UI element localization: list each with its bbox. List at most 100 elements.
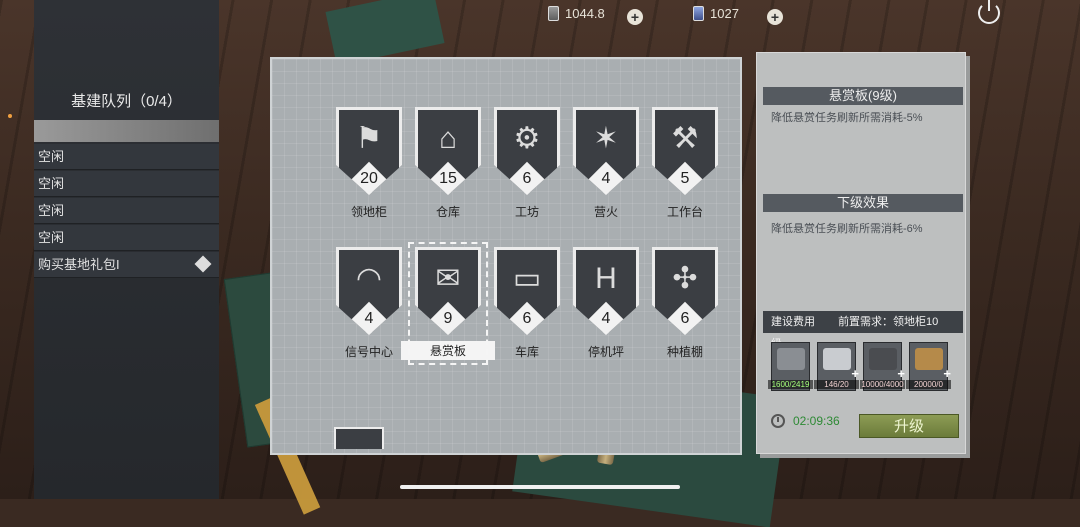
building-grid: ⚑ 20 领地柜 ⌂ 15 仓库 ⚙ 6 工坊 ✶ 4 营火 ⚒ 5 工作台 ◠ 4 信号中心 ✉ 9 悬赏板 ▭ 6 车库 H… (334, 107, 729, 449)
buy-gift-pack-button[interactable]: 购买基地礼包I (34, 252, 219, 278)
next-effect-title: 下级效果 (763, 194, 963, 212)
building-level: 4 (364, 310, 374, 327)
resource-value: 1044.8 (565, 6, 605, 21)
cost-header: 建设费用 前置需求：领地柜10级 (763, 311, 963, 350)
building-name: 领地柜 (350, 205, 387, 219)
garage-car-icon: ▭ (512, 262, 542, 295)
building-level: 4 (601, 170, 611, 187)
build-queue-panel: 基建队列（0/4） 空闲 空闲 空闲 空闲 购买基地礼包I (34, 0, 219, 499)
queue-header-bar (34, 120, 219, 142)
building-board: ⚑ 20 领地柜 ⌂ 15 仓库 ⚙ 6 工坊 ✶ 4 营火 ⚒ 5 工作台 ◠ 4 信号中心 ✉ 9 悬赏板 ▭ 6 车库 H… (270, 57, 742, 455)
blue-card-icon (693, 6, 704, 21)
diamond-icon (194, 255, 212, 273)
building-tile[interactable]: ⚒ 5 工作台 (650, 107, 720, 220)
cost-resources: 1600/2419 +146/20 +10000/4000 +20000/0 (768, 342, 951, 391)
cost-label: 建设费用 (771, 316, 815, 328)
cost-item[interactable]: +10000/4000 (860, 342, 905, 391)
gift-pack-label: 购买基地礼包I (38, 257, 120, 272)
building-badge: ⌂ 15 (415, 107, 481, 195)
resource-value: 1027 (710, 6, 739, 21)
clock-icon (771, 414, 785, 428)
building-badge: ◠ 4 (336, 247, 402, 335)
building-level: 4 (601, 310, 611, 327)
satellite-dish-icon: ◠ (355, 262, 383, 295)
cost-amount: 10000/4000 (860, 380, 905, 389)
current-effect: 降低悬赏任务刷新所需消耗-5% (771, 112, 923, 124)
building-tile[interactable]: ⚙ 6 工坊 (492, 107, 562, 220)
building-tile[interactable]: ⌂ 15 仓库 (413, 107, 483, 220)
building-badge: ▭ 6 (494, 247, 560, 335)
home-indicator (400, 485, 680, 489)
build-timer: 02:09:36 (793, 414, 840, 428)
cost-amount: 20000/0 (906, 380, 951, 389)
building-badge: ✣ 6 (652, 247, 718, 335)
building-name: 种植棚 (666, 345, 703, 359)
queue-slot[interactable]: 空闲 (34, 225, 219, 251)
building-tile[interactable]: ✣ 6 种植棚 (650, 247, 720, 360)
next-effect: 降低悬赏任务刷新所需消耗-6% (771, 223, 923, 235)
cost-item[interactable]: +20000/0 (906, 342, 951, 391)
building-name: 信号中心 (344, 345, 393, 359)
cost-amount: 1600/2419 (768, 380, 813, 389)
building-level: 6 (522, 310, 532, 327)
building-name: 营火 (593, 205, 618, 219)
building-name: 悬赏板 (401, 341, 495, 360)
add-silver-button[interactable]: + (627, 9, 643, 25)
building-level: 20 (360, 170, 378, 187)
info-title: 悬赏板(9级) (763, 87, 963, 105)
cost-item[interactable]: 1600/2419 (768, 342, 813, 391)
cost-amount: 146/20 (814, 380, 859, 389)
microscope-tools-icon: ⚒ (671, 122, 699, 155)
queue-slot[interactable]: 空闲 (34, 171, 219, 197)
building-level: 15 (439, 170, 457, 187)
building-name: 工坊 (514, 205, 539, 219)
building-badge: ⚑ 20 (336, 107, 402, 195)
building-tile[interactable]: ▭ 6 车库 (492, 247, 562, 360)
building-tile[interactable]: H 4 停机坪 (571, 247, 641, 360)
dark-metal-icon (869, 348, 897, 370)
indicator-dot (8, 114, 12, 118)
building-level: 5 (680, 170, 690, 187)
power-icon[interactable] (978, 0, 1000, 24)
building-name: 车库 (514, 345, 539, 359)
machine-parts-icon (777, 348, 805, 370)
building-level: 6 (680, 310, 690, 327)
building-tile[interactable]: ◠ 4 信号中心 (334, 247, 404, 360)
building-badge: ⚙ 6 (494, 107, 560, 195)
more-buildings-tile[interactable] (334, 427, 384, 449)
resource-silver: 1044.8 (548, 6, 605, 21)
windmill-field-icon: ✣ (672, 262, 698, 295)
building-tile[interactable]: ✶ 4 营火 (571, 107, 641, 220)
helipad-icon: H (595, 262, 617, 295)
plus-icon: + (851, 366, 859, 381)
upgrade-button[interactable]: 升级 (859, 414, 959, 438)
building-badge: ✉ 9 (415, 247, 481, 335)
building-tile[interactable]: ✉ 9 悬赏板 (401, 242, 495, 365)
flag-mountain-icon: ⚑ (355, 122, 383, 155)
queue-title: 基建队列（0/4） (71, 93, 182, 110)
queue-slot[interactable]: 空闲 (34, 198, 219, 224)
building-info-panel: 悬赏板(9级) 降低悬赏任务刷新所需消耗-5% 下级效果 降低悬赏任务刷新所需消… (756, 52, 966, 454)
building-badge: H4 (573, 247, 639, 335)
timer-row: 02:09:36 (771, 414, 840, 428)
silver-bar-icon (548, 6, 559, 21)
plus-icon: + (897, 366, 905, 381)
cost-item[interactable]: +146/20 (814, 342, 859, 391)
building-name: 停机坪 (587, 345, 624, 359)
queue-list: 空闲 空闲 空闲 空闲 购买基地礼包I (34, 144, 219, 279)
building-badge: ✶ 4 (573, 107, 639, 195)
building-tile[interactable]: ⚑ 20 领地柜 (334, 107, 404, 220)
building-level: 9 (443, 310, 453, 327)
barn-icon: ⌂ (438, 122, 458, 155)
campfire-icon: ✶ (593, 122, 619, 155)
building-name: 仓库 (435, 205, 460, 219)
building-level: 6 (522, 170, 532, 187)
building-badge: ⚒ 5 (652, 107, 718, 195)
wanted-poster-icon: ✉ (435, 262, 461, 295)
steel-ingot-icon (823, 348, 851, 370)
resource-card: 1027 (693, 6, 739, 21)
building-name: 工作台 (666, 205, 703, 219)
queue-slot[interactable]: 空闲 (34, 144, 219, 170)
add-card-button[interactable]: + (767, 9, 783, 25)
wood-logs-icon (915, 348, 943, 370)
